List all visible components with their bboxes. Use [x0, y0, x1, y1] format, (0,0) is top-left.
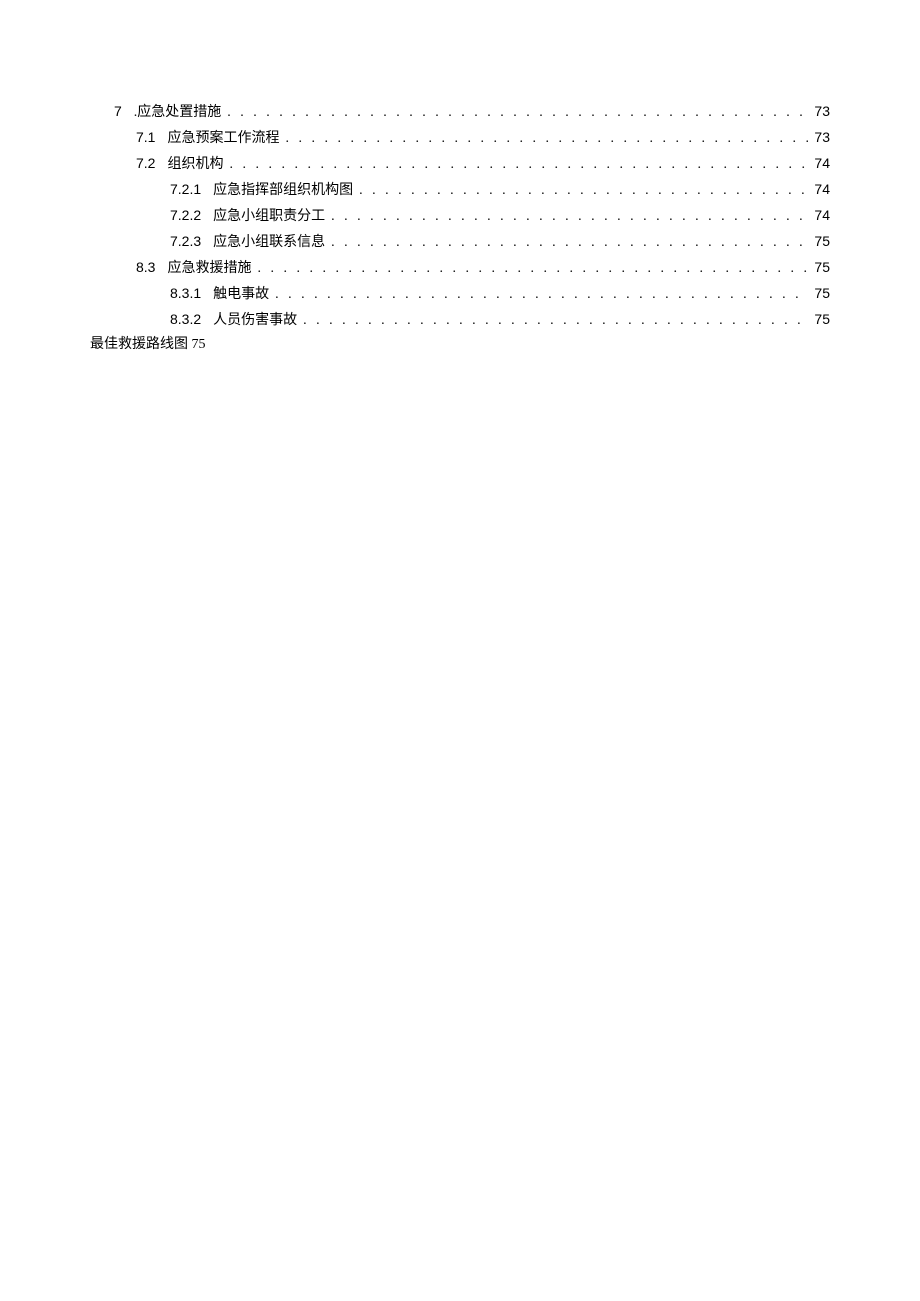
toc-entry: 8.3.2 人员伤害事故 75 — [90, 306, 830, 332]
toc-entry: 8.3.1 触电事故 75 — [90, 280, 830, 306]
toc-entry-number: 7.1 — [136, 124, 155, 150]
toc-leader-dots — [359, 178, 808, 204]
toc-entry-title: 应急救援措施 — [167, 256, 251, 282]
toc-leader-dots — [331, 204, 808, 230]
toc-entry-title: 应急小组职责分工 — [213, 204, 325, 230]
toc-leader-dots — [303, 308, 808, 334]
toc-entry-number: 7 — [114, 98, 122, 124]
table-of-contents: 7 .应急处置措施 73 7.1 应急预案工作流程 73 7.2 组织机构 74 7.2.1 应急指… — [90, 98, 830, 332]
toc-entry-number: 7.2.2 — [170, 202, 201, 228]
toc-entry-title: 应急指挥部组织机构图 — [213, 178, 353, 204]
toc-entry-page: 75 — [814, 306, 830, 332]
toc-entry-page: 75 — [814, 280, 830, 306]
toc-entry-number: 8.3.1 — [170, 280, 201, 306]
toc-leader-dots — [275, 282, 808, 308]
toc-leader-dots — [257, 256, 808, 282]
toc-entry-title: 组织机构 — [167, 152, 223, 178]
toc-entry: 7.2.1 应急指挥部组织机构图 74 — [90, 176, 830, 202]
toc-entry-page: 73 — [814, 98, 830, 124]
toc-entry-number: 7.2 — [136, 150, 155, 176]
toc-entry-page: 75 — [814, 228, 830, 254]
toc-entry: 7.2.2 应急小组职责分工 74 — [90, 202, 830, 228]
toc-entry-number: 8.3 — [136, 254, 155, 280]
toc-entry: 7 .应急处置措施 73 — [90, 98, 830, 124]
toc-tail-line: 最佳救援路线图 75 — [90, 332, 830, 358]
toc-entry-page: 73 — [814, 124, 830, 150]
toc-entry-title: .应急处置措施 — [134, 100, 222, 126]
toc-entry-title: 应急小组联系信息 — [213, 230, 325, 256]
toc-entry-number: 8.3.2 — [170, 306, 201, 332]
toc-entry-title: 触电事故 — [213, 282, 269, 308]
toc-leader-dots — [285, 126, 808, 152]
toc-leader-dots — [227, 100, 808, 126]
toc-entry-page: 74 — [814, 176, 830, 202]
toc-entry: 7.2 组织机构 74 — [90, 150, 830, 176]
toc-entry-title: 人员伤害事故 — [213, 308, 297, 334]
toc-entry-number: 7.2.3 — [170, 228, 201, 254]
toc-leader-dots — [331, 230, 808, 256]
toc-entry-page: 74 — [814, 202, 830, 228]
toc-entry: 7.2.3 应急小组联系信息 75 — [90, 228, 830, 254]
toc-entry-page: 75 — [814, 254, 830, 280]
toc-entry: 7.1 应急预案工作流程 73 — [90, 124, 830, 150]
toc-entry-page: 74 — [814, 150, 830, 176]
toc-entry-title: 应急预案工作流程 — [167, 126, 279, 152]
toc-leader-dots — [229, 152, 808, 178]
document-page: 7 .应急处置措施 73 7.1 应急预案工作流程 73 7.2 组织机构 74 7.2.1 应急指… — [0, 0, 920, 358]
toc-entry-number: 7.2.1 — [170, 176, 201, 202]
toc-entry: 8.3 应急救援措施 75 — [90, 254, 830, 280]
